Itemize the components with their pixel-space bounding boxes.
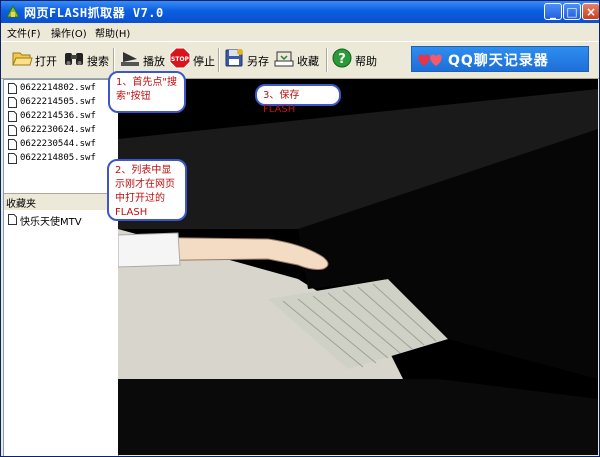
banner-label: QQ聊天记录器 xyxy=(448,53,549,69)
stop-button[interactable]: STOP 停止 xyxy=(169,47,215,73)
file-icon xyxy=(8,111,17,122)
file-icon xyxy=(8,97,17,108)
open-button[interactable]: 打开 xyxy=(11,47,59,73)
save-as-button[interactable]: 另存 xyxy=(223,47,271,73)
flash-player-stage[interactable] xyxy=(118,79,598,455)
app-icon xyxy=(6,4,20,18)
app-window: 网页FLASH抓取器 V7.0 _ □ × 文件(F) 操作(O) 帮助(H) … xyxy=(0,0,600,457)
file-icon xyxy=(8,139,17,150)
sidebar: 0622214802.swf 0622214505.swf 0622214536… xyxy=(3,79,119,456)
favorite-box-icon xyxy=(274,51,294,67)
file-name: 0622230544.swf xyxy=(20,139,96,149)
favorite-name: 快乐天使MTV xyxy=(20,217,82,228)
toolbar-separator xyxy=(326,48,328,72)
swf-file-list: 0622214802.swf 0622214505.swf 0622214536… xyxy=(4,80,118,192)
folder-open-icon xyxy=(12,52,33,66)
minimize-button[interactable]: _ xyxy=(544,3,562,20)
help-icon: ? xyxy=(332,48,352,68)
search-label: 搜索 xyxy=(87,55,109,68)
hearts-icon xyxy=(418,54,442,66)
close-button[interactable]: × xyxy=(582,3,599,20)
toolbar-separator xyxy=(218,48,220,72)
window-title: 网页FLASH抓取器 V7.0 xyxy=(24,6,164,20)
toolbar-separator xyxy=(113,48,115,72)
callout-step1: 1、首先点"搜索"按钮 xyxy=(108,71,186,113)
binoculars-icon xyxy=(65,53,83,65)
play-label: 播放 xyxy=(143,55,165,68)
toolbar: 打开 搜索 播放 STOP 停止 另存 收藏 ? 帮助 QQ聊天记录器 xyxy=(1,41,599,79)
file-name: 0622230624.swf xyxy=(20,125,96,135)
file-icon xyxy=(8,83,17,94)
menu-operation[interactable]: 操作(O) xyxy=(51,25,87,40)
save-as-label: 另存 xyxy=(247,55,269,68)
file-icon xyxy=(8,214,17,225)
file-icon xyxy=(8,153,17,164)
play-button[interactable]: 播放 xyxy=(119,47,165,73)
callout-step3: 3、保存 FLASH xyxy=(255,84,341,115)
open-label: 打开 xyxy=(35,55,57,68)
svg-text:STOP: STOP xyxy=(171,56,190,63)
title-bar[interactable]: 网页FLASH抓取器 V7.0 _ □ × xyxy=(1,1,599,23)
maximize-button[interactable]: □ xyxy=(563,3,581,20)
menu-file[interactable]: 文件(F) xyxy=(7,25,41,40)
favorites-title: 收藏夹 xyxy=(6,199,36,210)
menu-bar: 文件(F) 操作(O) 帮助(H) xyxy=(1,23,599,40)
file-name: 0622214505.swf xyxy=(20,97,96,107)
piano-scene-image xyxy=(118,79,598,455)
svg-text:?: ? xyxy=(338,52,346,67)
file-name: 0622214802.swf xyxy=(20,83,96,93)
help-label: 帮助 xyxy=(355,55,377,68)
favorites-header: 收藏夹 xyxy=(4,193,118,210)
callout-step2: 2、列表中显示刚才在网页中打开过的 FLASH xyxy=(107,159,187,221)
search-button[interactable]: 搜索 xyxy=(63,47,109,73)
stop-label: 停止 xyxy=(193,55,215,68)
help-button[interactable]: ? 帮助 xyxy=(331,47,381,73)
qq-chat-recorder-banner[interactable]: QQ聊天记录器 xyxy=(411,46,589,72)
favorite-label: 收藏 xyxy=(297,55,319,68)
save-disk-icon xyxy=(225,49,243,67)
favorite-button[interactable]: 收藏 xyxy=(273,47,323,73)
play-icon xyxy=(121,52,139,66)
file-name: 0622214536.swf xyxy=(20,111,96,121)
file-icon xyxy=(8,125,17,136)
menu-help[interactable]: 帮助(H) xyxy=(95,25,130,40)
stop-sign-icon: STOP xyxy=(169,47,191,69)
file-name: 0622214805.swf xyxy=(20,153,96,163)
